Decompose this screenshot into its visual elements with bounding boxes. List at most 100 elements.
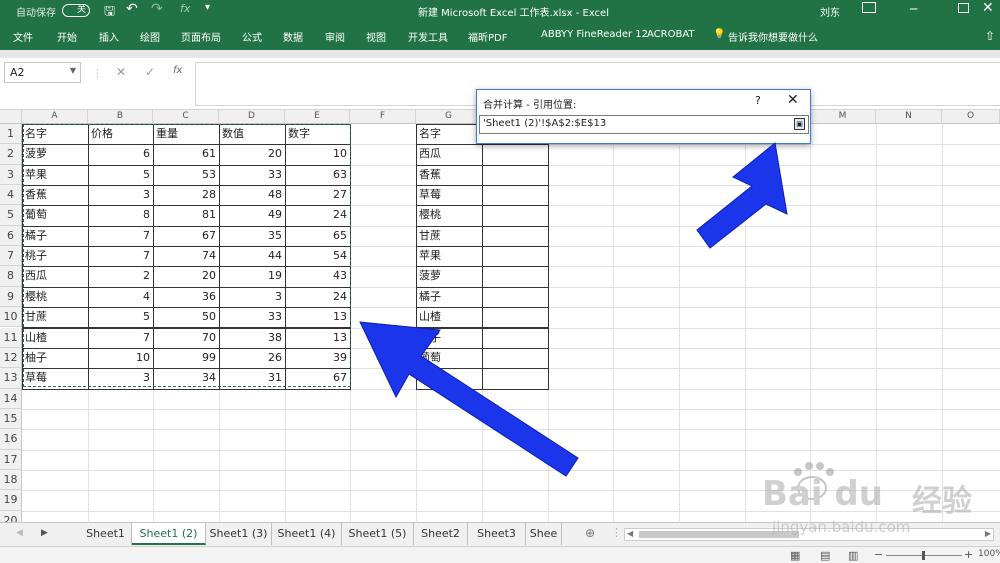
user-name[interactable]: 刘东 — [820, 4, 840, 19]
scroll-left-icon[interactable]: ◀ — [627, 529, 633, 538]
tell-me-search[interactable]: 告诉我你想要做什么 — [728, 29, 818, 44]
row-header-3[interactable]: 3 — [0, 164, 22, 186]
row-header-4[interactable]: 4 — [0, 185, 22, 206]
ribbon-display-icon[interactable] — [862, 2, 876, 13]
column-header-c[interactable]: C — [153, 110, 219, 124]
autosave-toggle[interactable]: 关 — [62, 4, 90, 17]
tab-formulas[interactable]: 公式 — [242, 29, 262, 44]
save-icon[interactable]: 🖫 — [104, 2, 115, 24]
row-header-5[interactable]: 5 — [0, 205, 22, 226]
enter-icon[interactable]: ✓ — [145, 65, 155, 79]
table2-cell[interactable]: 香蕉 — [416, 165, 482, 185]
page-layout-view-icon[interactable]: ▤ — [820, 549, 830, 562]
insert-function-icon[interactable]: fx — [173, 65, 182, 76]
tab-review[interactable]: 审阅 — [325, 29, 345, 44]
sheet-tab[interactable]: Sheet1 (2) — [132, 523, 206, 545]
row-header-12[interactable]: 12 — [0, 347, 22, 369]
table2-cell[interactable]: 橘子 — [416, 287, 482, 307]
column-header-d[interactable]: D — [219, 110, 285, 124]
row-header-16[interactable]: 16 — [0, 429, 22, 450]
column-header-a[interactable]: A — [22, 110, 88, 124]
table2-header[interactable]: 名字 — [416, 124, 482, 144]
tab-insert[interactable]: 插入 — [99, 29, 119, 44]
redo-icon[interactable]: ↷ — [151, 1, 163, 17]
row-header-7[interactable]: 7 — [0, 246, 22, 267]
dialog-help-button[interactable]: ? — [755, 94, 761, 107]
name-box[interactable]: A2 ▼ — [4, 62, 81, 83]
maximize-icon[interactable] — [958, 3, 969, 13]
column-header-g[interactable]: G — [416, 110, 482, 124]
table2-cell[interactable]: 桃子 — [416, 328, 482, 348]
zoom-in-icon[interactable]: + — [964, 548, 973, 561]
table2-cell[interactable]: 甘蔗 — [416, 226, 482, 246]
zoom-slider-thumb[interactable] — [922, 551, 925, 560]
tab-home[interactable]: 开始 — [57, 29, 77, 44]
row-header-17[interactable]: 17 — [0, 449, 22, 470]
table2-cell-border — [482, 246, 549, 268]
table2-cell[interactable]: 菠萝 — [416, 266, 482, 286]
tab-foxit-pdf[interactable]: 福昕PDF — [468, 29, 507, 44]
zoom-level[interactable]: 100% — [978, 549, 1000, 559]
select-all-corner[interactable] — [0, 110, 22, 124]
page-break-view-icon[interactable]: ▥ — [848, 549, 858, 562]
table2-cell[interactable]: 樱桃 — [416, 205, 482, 225]
close-window-icon[interactable]: ✕ — [982, 0, 994, 16]
tab-abbyy[interactable]: ABBYY FineReader 12 — [541, 29, 648, 40]
row-header-8[interactable]: 8 — [0, 266, 22, 287]
zoom-out-icon[interactable]: − — [874, 548, 883, 561]
normal-view-icon[interactable]: ▦ — [790, 549, 800, 562]
table2-cell[interactable]: 草莓 — [416, 185, 482, 205]
new-sheet-button[interactable]: ⊕ — [585, 526, 595, 540]
tab-view[interactable]: 视图 — [366, 29, 386, 44]
row-header-1[interactable]: 1 — [0, 124, 22, 145]
sheet-tab[interactable]: Sheet1 (5) — [342, 523, 414, 545]
expand-dialog-button[interactable]: ▣ — [794, 118, 805, 130]
row-header-13[interactable]: 13 — [0, 368, 22, 389]
table2-cell[interactable]: 山楂 — [416, 307, 482, 327]
sheet-tab[interactable]: Sheet3 — [468, 523, 526, 545]
share-icon[interactable]: ⇧ — [985, 29, 995, 43]
name-box-dropdown-icon[interactable]: ▼ — [70, 66, 76, 75]
row-header-18[interactable]: 18 — [0, 469, 22, 491]
tab-page-layout[interactable]: 页面布局 — [181, 29, 221, 44]
sheet-tab[interactable]: Sheet2 — [414, 523, 468, 545]
minimize-icon[interactable]: ─ — [910, 2, 917, 16]
table2-cell[interactable]: 苹果 — [416, 246, 482, 266]
table2-cell[interactable]: 西瓜 — [416, 144, 482, 164]
sheet-tab[interactable]: Shee — [526, 523, 562, 545]
row-header-6[interactable]: 6 — [0, 225, 22, 247]
column-header-m[interactable]: M — [810, 110, 876, 124]
tab-file[interactable]: 文件 — [13, 29, 33, 44]
table2-cell[interactable]: 葡萄 — [416, 348, 482, 368]
reference-input[interactable]: 'Sheet1 (2)'!$A$2:$E$13 ▣ — [479, 115, 809, 134]
tab-acrobat[interactable]: ACROBAT — [647, 29, 695, 40]
tab-developer[interactable]: 开发工具 — [408, 29, 448, 44]
scroll-tabs-left-icon[interactable]: ◀ — [16, 528, 23, 538]
row-header-19[interactable]: 19 — [0, 490, 22, 511]
sheet-tab[interactable]: Sheet1 — [80, 523, 132, 545]
row-header-2[interactable]: 2 — [0, 144, 22, 165]
table2-cell[interactable]: 柚子 — [416, 368, 482, 388]
row-header-10[interactable]: 10 — [0, 307, 22, 328]
cancel-icon[interactable]: ✕ — [116, 65, 126, 79]
column-header-e[interactable]: E — [285, 110, 350, 124]
column-header-n[interactable]: N — [876, 110, 942, 124]
tab-split-handle[interactable]: ⋮ — [611, 526, 622, 539]
column-header-o[interactable]: O — [942, 110, 1000, 124]
undo-icon[interactable]: ↶ — [126, 1, 138, 17]
autosave-label: 自动保存 — [16, 8, 56, 19]
row-header-11[interactable]: 11 — [0, 327, 22, 348]
row-header-14[interactable]: 14 — [0, 388, 22, 409]
row-header-9[interactable]: 9 — [0, 286, 22, 308]
tab-data[interactable]: 数据 — [283, 29, 303, 44]
customize-icon[interactable]: ▾ — [205, 2, 210, 13]
column-header-f[interactable]: F — [350, 110, 416, 124]
column-header-b[interactable]: B — [88, 110, 153, 124]
sheet-tab[interactable]: Sheet1 (3) — [206, 523, 272, 545]
tab-draw[interactable]: 绘图 — [140, 29, 160, 44]
dialog-close-button[interactable]: ✕ — [787, 92, 799, 108]
sheet-tab[interactable]: Sheet1 (4) — [272, 523, 342, 545]
row-header-15[interactable]: 15 — [0, 408, 22, 430]
function-icon[interactable]: fx — [180, 2, 190, 15]
scroll-tabs-right-icon[interactable]: ▶ — [41, 528, 48, 538]
